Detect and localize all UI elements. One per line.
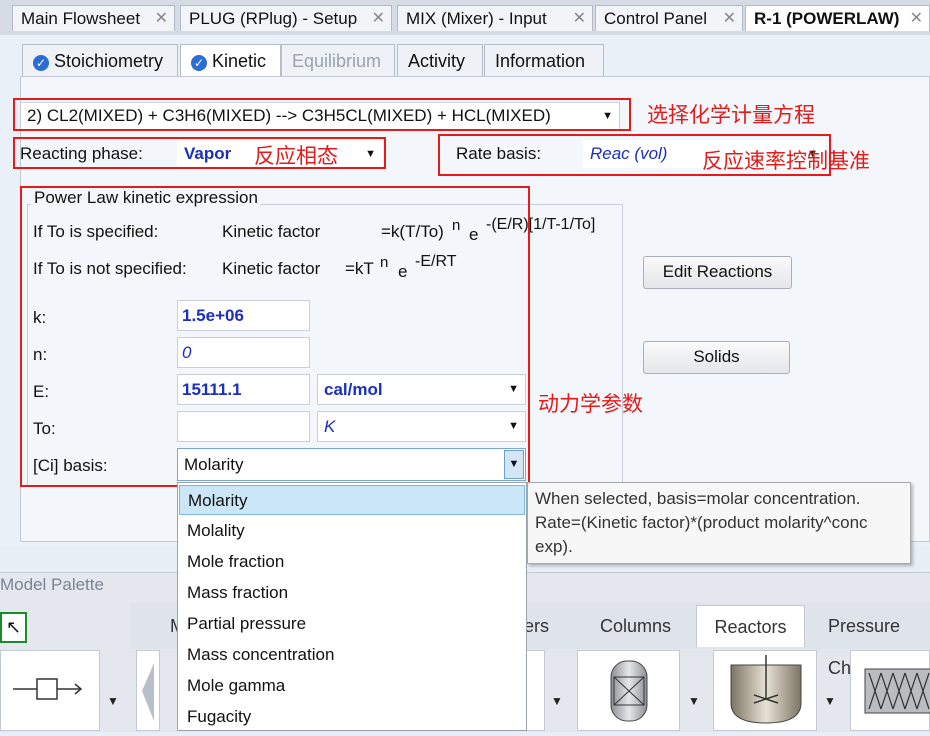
ci-basis-option[interactable]: Mass concentration	[179, 640, 525, 670]
tab-label: Information	[495, 51, 586, 71]
doc-tab-main-flowsheet[interactable]: Main Flowsheet ✕	[12, 5, 175, 31]
ci-basis-option[interactable]: Molality	[179, 516, 525, 546]
palette-tile-rcstr[interactable]	[713, 650, 817, 731]
dropdown-arrow-icon[interactable]: ▼	[688, 694, 700, 708]
dropdown-arrow-icon[interactable]: ▼	[551, 694, 563, 708]
tab-label: Stoichiometry	[54, 51, 164, 71]
palette-tab-reactors[interactable]: Reactors	[696, 605, 805, 647]
scroll-left-icon	[142, 663, 154, 721]
coil-reactor-icon	[864, 668, 930, 714]
stirred-tank-icon	[730, 655, 802, 724]
annotation-box-reaction	[13, 98, 631, 131]
ci-basis-option[interactable]: Fugacity	[179, 702, 525, 732]
palette-tile-partial[interactable]	[527, 650, 545, 731]
select-pointer-icon[interactable]: ↖	[0, 612, 27, 643]
tab-activity[interactable]: Activity	[397, 44, 483, 77]
annotation-kinetics: 动力学参数	[538, 392, 643, 416]
annotation-rate-basis: 反应速率控制基准	[702, 149, 870, 173]
ci-basis-option[interactable]: Mole gamma	[179, 671, 525, 701]
tab-kinetic[interactable]: ✓ Kinetic	[180, 44, 281, 78]
model-palette-title: Model Palette	[0, 575, 104, 594]
annotation-reaction: 选择化学计量方程	[647, 103, 815, 127]
palette-tab-pressure-changers[interactable]: Pressure Cha	[818, 605, 930, 678]
ci-basis-option[interactable]: Molarity	[179, 485, 525, 515]
palette-tile-mixer[interactable]	[0, 650, 100, 731]
solids-button[interactable]: Solids	[643, 341, 790, 374]
tab-label: Activity	[408, 51, 466, 71]
close-icon[interactable]: ✕	[155, 6, 168, 31]
doc-tab-label: Main Flowsheet	[21, 9, 141, 28]
flow-block-icon	[13, 678, 83, 700]
doc-tab-label: R-1 (POWERLAW)	[754, 9, 900, 28]
close-icon[interactable]: ✕	[372, 6, 385, 31]
annotation-phase: 反应相态	[254, 144, 338, 168]
tab-stoichiometry[interactable]: ✓ Stoichiometry	[22, 44, 178, 77]
doc-tab-mix-input[interactable]: MIX (Mixer) - Input ✕	[397, 5, 593, 31]
tab-information[interactable]: Information	[484, 44, 604, 77]
annotation-box-kinetics	[20, 186, 530, 487]
tab-equilibrium: Equilibrium	[281, 44, 395, 77]
close-icon[interactable]: ✕	[723, 6, 736, 31]
palette-tile-rbatch[interactable]	[850, 650, 930, 731]
doc-tab-label: Control Panel	[604, 9, 708, 28]
tab-label: Equilibrium	[292, 51, 382, 71]
palette-tab-columns[interactable]: Columns	[590, 605, 681, 647]
ci-basis-option[interactable]: Mass fraction	[179, 578, 525, 608]
tab-label: Kinetic	[212, 51, 267, 71]
dropdown-arrow-icon[interactable]: ▼	[107, 694, 119, 708]
doc-tab-plug-setup[interactable]: PLUG (RPlug) - Setup ✕	[180, 5, 392, 31]
document-tab-strip: Main Flowsheet ✕ PLUG (RPlug) - Setup ✕ …	[0, 0, 930, 36]
palette-tile-rplug[interactable]	[577, 650, 680, 731]
edit-reactions-button[interactable]: Edit Reactions	[643, 256, 792, 289]
close-icon[interactable]: ✕	[573, 6, 586, 31]
ci-basis-option[interactable]: Partial pressure	[179, 609, 525, 639]
doc-tab-control-panel[interactable]: Control Panel ✕	[595, 5, 743, 31]
check-circle-icon: ✓	[33, 55, 49, 71]
ci-basis-dropdown-list: Molarity Molality Mole fraction Mass fra…	[177, 482, 527, 731]
ci-basis-option[interactable]: Mole fraction	[179, 547, 525, 577]
doc-tab-label: PLUG (RPlug) - Setup	[189, 9, 358, 28]
packed-reactor-icon	[610, 660, 648, 722]
ci-basis-tooltip: When selected, basis=molar concentration…	[527, 482, 911, 564]
doc-tab-label: MIX (Mixer) - Input	[406, 9, 547, 28]
palette-scroll-left[interactable]	[136, 650, 160, 731]
check-circle-icon: ✓	[191, 55, 207, 71]
dropdown-arrow-icon[interactable]: ▼	[824, 694, 836, 708]
doc-tab-r1-powerlaw[interactable]: R-1 (POWERLAW) ✕	[745, 5, 930, 31]
close-icon[interactable]: ✕	[910, 6, 923, 31]
